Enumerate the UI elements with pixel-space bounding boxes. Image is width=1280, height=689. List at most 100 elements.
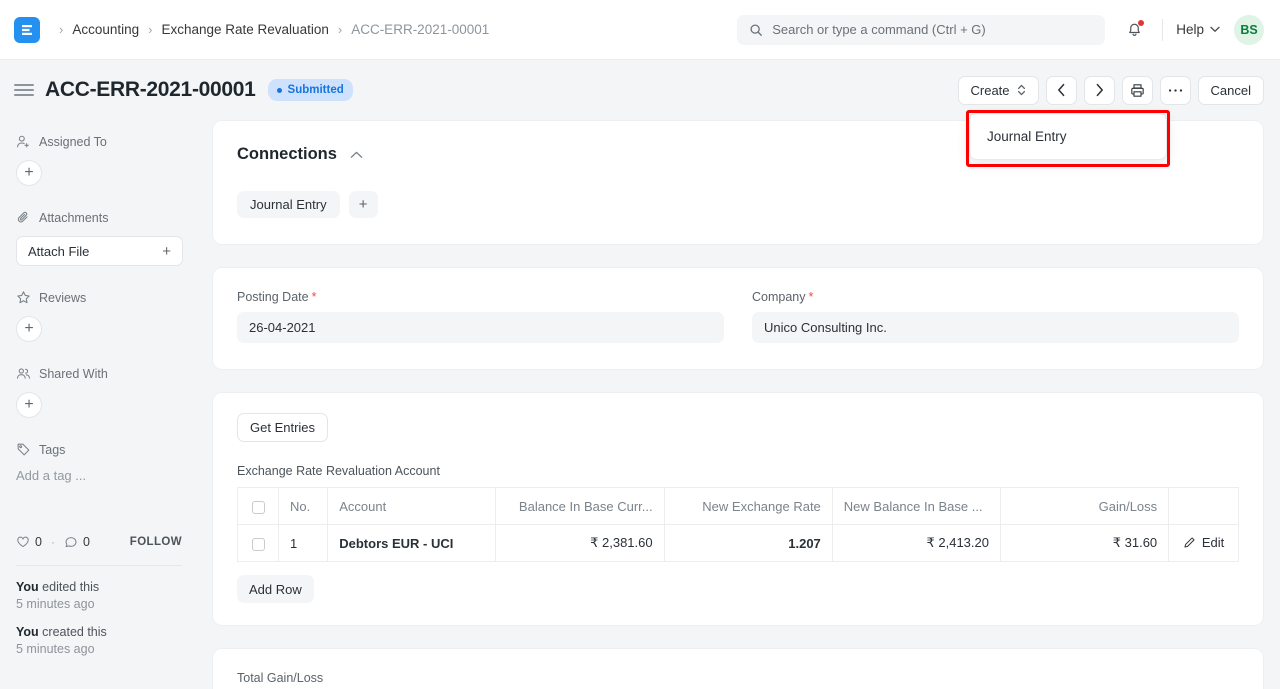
posting-date-label: Posting Date* (237, 290, 724, 304)
add-review-button[interactable]: + (16, 316, 42, 342)
connections-links: Journal Entry + (237, 191, 1239, 218)
activity-time: 5 minutes ago (16, 597, 182, 611)
chevron-right-icon: › (338, 23, 342, 36)
row-account[interactable]: Debtors EUR - UCI (328, 525, 496, 562)
sidebar-section-label: Tags (39, 443, 65, 457)
create-label: Create (971, 83, 1010, 98)
select-all-checkbox[interactable] (252, 501, 265, 514)
next-document-button[interactable] (1084, 76, 1115, 105)
row-gain-loss[interactable]: ₹ 31.60 (1000, 525, 1168, 562)
paperclip-icon (16, 210, 31, 225)
add-connection-button[interactable]: + (349, 191, 378, 218)
activity-action: edited this (39, 580, 99, 594)
cancel-label: Cancel (1211, 83, 1251, 98)
table-header-gain-loss: Gain/Loss (1000, 488, 1168, 525)
add-row-button[interactable]: Add Row (237, 575, 314, 603)
sidebar-section-header: Shared With (16, 366, 182, 381)
breadcrumb-item-exchange-rate-revaluation[interactable]: Exchange Rate Revaluation (161, 22, 328, 37)
row-select-cell[interactable] (238, 525, 279, 562)
comment-control[interactable]: 0 (64, 535, 90, 549)
table-header-no: No. (279, 488, 328, 525)
main-content: Connections Journal Entry + Posting Date… (198, 120, 1280, 689)
company-input[interactable]: Unico Consulting Inc. (752, 312, 1239, 343)
connections-title: Connections (237, 145, 337, 164)
chevron-right-icon (1095, 83, 1104, 97)
navbar-divider (1162, 19, 1163, 41)
navbar: › Accounting › Exchange Rate Revaluation… (0, 0, 1280, 60)
attach-file-button[interactable]: Attach File + (16, 236, 183, 266)
activity-text: You created this (16, 625, 182, 639)
company-field: Company* Unico Consulting Inc. (752, 290, 1239, 343)
row-new-balance[interactable]: ₹ 2,413.20 (832, 525, 1000, 562)
status-badge: Submitted (268, 79, 353, 101)
edit-row-button[interactable]: Edit (1183, 535, 1224, 550)
more-actions-button[interactable] (1160, 76, 1191, 105)
menu-item-journal-entry[interactable]: Journal Entry (970, 123, 1166, 150)
create-dropdown-menu: Journal Entry (969, 113, 1167, 160)
table-header-account: Account (328, 488, 496, 525)
like-control[interactable]: 0 (16, 535, 42, 549)
pencil-icon (1183, 536, 1196, 549)
cancel-button[interactable]: Cancel (1198, 76, 1264, 105)
chevron-right-icon: › (59, 23, 63, 36)
activity-actor: You (16, 580, 39, 594)
sidebar-section-label: Reviews (39, 291, 86, 305)
company-label-text: Company (752, 290, 806, 304)
sidebar-toggle-icon[interactable] (14, 81, 34, 99)
avatar[interactable]: BS (1234, 15, 1264, 45)
posting-date-input[interactable]: 26-04-2021 (237, 312, 724, 343)
table-header-new-balance: New Balance In Base ... (832, 488, 1000, 525)
brand-logo[interactable] (14, 17, 40, 43)
like-count: 0 (35, 535, 42, 549)
activity-time: 5 minutes ago (16, 642, 182, 656)
entries-card: Get Entries Exchange Rate Revaluation Ac… (212, 392, 1264, 626)
row-balance[interactable]: ₹ 2,381.60 (496, 525, 664, 562)
sidebar-section-tags: Tags Add a tag ... (16, 442, 182, 483)
activity-item: You edited this 5 minutes ago (16, 580, 182, 611)
activity-text: You edited this (16, 580, 182, 594)
total-gain-loss-label: Total Gain/Loss (237, 671, 1239, 685)
breadcrumb-item-accounting[interactable]: Accounting (72, 22, 139, 37)
star-icon (16, 290, 31, 305)
total-card: Total Gain/Loss (212, 648, 1264, 689)
previous-document-button[interactable] (1046, 76, 1077, 105)
sidebar-section-label: Assigned To (39, 135, 107, 149)
sidebar-divider (16, 565, 182, 566)
table-header-new-exchange-rate: New Exchange Rate (664, 488, 832, 525)
activity-actor: You (16, 625, 39, 639)
notifications-button[interactable] (1119, 15, 1149, 45)
chevron-down-icon (1210, 26, 1220, 33)
company-label: Company* (752, 290, 1239, 304)
page-header: ACC-ERR-2021-00001 Submitted Create (0, 60, 1280, 120)
connection-link-journal-entry[interactable]: Journal Entry (237, 191, 340, 218)
sidebar: Assigned To + Attachments Attach File + (0, 120, 198, 689)
table-row[interactable]: 1 Debtors EUR - UCI ₹ 2,381.60 1.207 ₹ 2… (238, 525, 1239, 562)
required-asterisk: * (312, 290, 317, 304)
sidebar-section-shared-with: Shared With + (16, 366, 182, 418)
plus-icon: + (162, 244, 171, 259)
sidebar-section-header: Assigned To (16, 134, 182, 149)
get-entries-button[interactable]: Get Entries (237, 413, 328, 442)
add-tag-input[interactable]: Add a tag ... (16, 468, 182, 483)
users-icon (16, 366, 31, 381)
edit-label: Edit (1202, 535, 1224, 550)
search-input[interactable]: Search or type a command (Ctrl + G) (737, 15, 1105, 45)
add-share-button[interactable]: + (16, 392, 42, 418)
create-button[interactable]: Create (958, 76, 1039, 105)
app-root: › Accounting › Exchange Rate Revaluation… (0, 0, 1280, 689)
exchange-rate-revaluation-table: No. Account Balance In Base Curr... New … (237, 487, 1239, 562)
row-no: 1 (279, 525, 328, 562)
search-container: Search or type a command (Ctrl + G) (737, 15, 1105, 45)
add-assignment-button[interactable]: + (16, 160, 42, 186)
row-new-exchange-rate[interactable]: 1.207 (664, 525, 832, 562)
table-header-actions (1169, 488, 1239, 525)
separator-dot: · (51, 535, 55, 549)
table-header-select-all[interactable] (238, 488, 279, 525)
follow-button[interactable]: FOLLOW (130, 536, 182, 548)
sidebar-section-header: Tags (16, 442, 182, 457)
print-button[interactable] (1122, 76, 1153, 105)
row-edit-cell[interactable]: Edit (1169, 525, 1239, 562)
chevron-up-icon[interactable] (350, 151, 363, 159)
row-checkbox[interactable] (252, 538, 265, 551)
help-menu[interactable]: Help (1176, 22, 1220, 37)
